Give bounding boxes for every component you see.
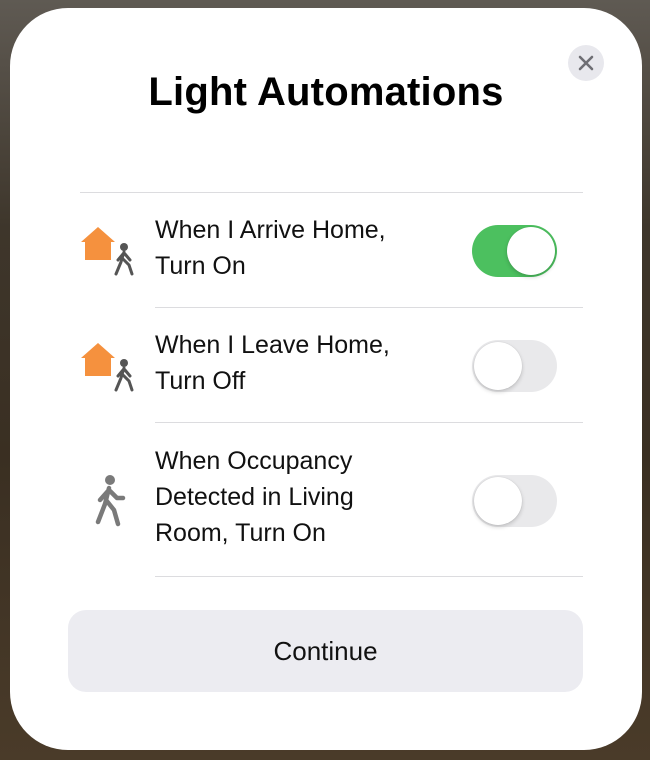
automation-row-leave-home: When I Leave Home, Turn Off xyxy=(10,307,642,422)
continue-button[interactable]: Continue xyxy=(68,610,583,692)
toggle-arrive-home[interactable] xyxy=(472,225,557,277)
automation-label: When Occupancy Detected in Living Room, … xyxy=(155,447,354,547)
automation-row-occupancy: When Occupancy Detected in Living Room, … xyxy=(10,422,642,576)
automation-label: When I Leave Home, Turn Off xyxy=(155,331,390,395)
toggle-knob xyxy=(474,477,522,525)
home-leave-icon xyxy=(81,343,134,392)
automation-label: When I Arrive Home, Turn On xyxy=(155,216,386,280)
divider-bottom xyxy=(155,576,583,577)
home-arrive-icon xyxy=(81,227,134,276)
light-automations-dialog: Light Automations When I Arrive Home, Tu… xyxy=(10,8,642,750)
toggle-knob xyxy=(474,342,522,390)
dialog-title: Light Automations xyxy=(148,70,504,114)
toggle-knob xyxy=(507,227,555,275)
toggle-leave-home[interactable] xyxy=(472,340,557,392)
occupancy-icon xyxy=(95,475,126,527)
automation-row-arrive-home: When I Arrive Home, Turn On xyxy=(10,192,642,307)
close-icon xyxy=(578,55,594,71)
toggle-occupancy[interactable] xyxy=(472,475,557,527)
